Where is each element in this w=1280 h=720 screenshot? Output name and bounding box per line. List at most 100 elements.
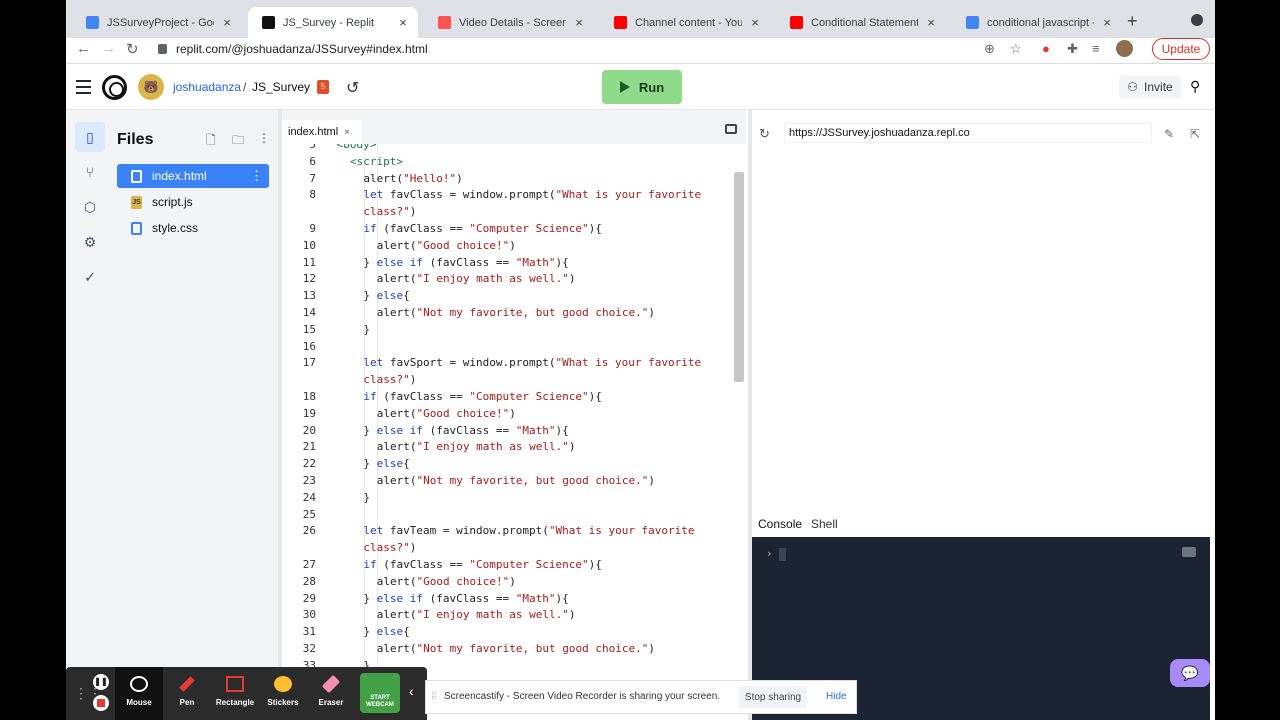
update-button[interactable]: Update bbox=[1152, 38, 1210, 60]
browser-tab[interactable]: Conditional Statements - If × bbox=[776, 7, 946, 38]
hide-link[interactable]: Hide bbox=[826, 691, 847, 702]
google-icon bbox=[966, 16, 979, 29]
file-item[interactable]: index.html ⋮ bbox=[117, 164, 269, 188]
close-tab-icon[interactable]: × bbox=[220, 15, 234, 30]
new-tab-icon[interactable]: + bbox=[1127, 11, 1138, 32]
extensions-puzzle-icon[interactable]: ✚ bbox=[1067, 41, 1078, 57]
packages-icon[interactable]: ⬡ bbox=[75, 192, 105, 222]
console-cursor bbox=[779, 548, 786, 561]
webview-url-field[interactable]: https://JSSurvey.joshuadanza.repl.co bbox=[784, 123, 1152, 143]
line-number: 19 bbox=[302, 406, 316, 420]
address-bar[interactable]: replit.com/@joshuadanza/JSSurvey#index.h… bbox=[154, 38, 1024, 60]
line-number: 7 bbox=[309, 171, 316, 185]
code-text: } else if (favClass == "Math"){ bbox=[363, 255, 569, 269]
browser-tab[interactable]: conditional javascript - Goo × bbox=[952, 7, 1122, 38]
code-text: alert("I enjoy math as well.") bbox=[376, 440, 576, 454]
line-number: 18 bbox=[302, 390, 316, 403]
tab-search-icon[interactable] bbox=[1191, 14, 1203, 26]
open-new-tab-icon[interactable]: ⇱ bbox=[1190, 127, 1200, 141]
bookmark-star-icon[interactable]: ☆ bbox=[1010, 41, 1022, 57]
code-text: alert("I enjoy math as well.") bbox=[376, 272, 576, 286]
code-line: 27 if (favClass == "Computer Science"){ bbox=[282, 556, 746, 573]
file-name: style.css bbox=[152, 221, 199, 235]
settings-gear-icon[interactable]: ⚙ bbox=[75, 227, 105, 257]
close-tab-icon[interactable]: × bbox=[924, 15, 938, 30]
browser-tab[interactable]: Channel content - YouTube × bbox=[600, 7, 770, 38]
chat-icon[interactable]: 💬 bbox=[1170, 659, 1210, 687]
tool-stickers[interactable]: Stickers bbox=[259, 667, 307, 720]
browser-tab[interactable]: JS_Survey - Replit × bbox=[248, 7, 418, 38]
edit-pencil-icon[interactable]: ✎ bbox=[1164, 127, 1174, 141]
project-name[interactable]: JS_Survey bbox=[252, 80, 310, 94]
screencastify-extension-icon[interactable]: ● bbox=[1042, 41, 1050, 56]
editor-tab-bar: index.html × bbox=[282, 110, 746, 144]
close-tab-icon[interactable]: × bbox=[396, 15, 410, 30]
new-folder-icon[interactable]: 🗀 bbox=[232, 131, 244, 152]
install-icon[interactable]: ⊕ bbox=[984, 41, 995, 57]
webview-toolbar: ↻ https://JSSurvey.joshuadanza.repl.co ✎… bbox=[752, 118, 1215, 148]
line-number: 32 bbox=[302, 642, 316, 655]
code-area[interactable]: 5 <body> 6 <script> 7 alert("Hello!") 8 let fav… bbox=[282, 144, 746, 720]
back-icon[interactable]: ← bbox=[76, 40, 91, 57]
browser-tab[interactable]: Video Details - Screencastif × bbox=[424, 7, 594, 38]
close-tab-icon[interactable]: × bbox=[748, 15, 762, 30]
js-file-icon: JS bbox=[131, 195, 142, 209]
replit-logo-icon[interactable] bbox=[102, 75, 127, 100]
pause-icon[interactable]: ❚❚ bbox=[93, 674, 109, 690]
code-line: 24} bbox=[282, 489, 746, 506]
tool-mouse[interactable]: Mouse bbox=[115, 667, 163, 720]
stop-sharing-button[interactable]: Stop sharing bbox=[739, 686, 807, 708]
version-control-icon[interactable]: ⑂ bbox=[75, 157, 105, 187]
code-editor: index.html × 5 <body> 6 <script> 7 alert("Hel… bbox=[282, 110, 746, 720]
close-tab-icon[interactable]: × bbox=[572, 15, 586, 30]
start-webcam-button[interactable]: START WEBCAM bbox=[360, 673, 400, 713]
collapse-chevron-icon[interactable]: ‹ bbox=[409, 683, 414, 699]
search-icon[interactable]: ⚲ bbox=[1190, 78, 1200, 95]
checkmark-icon[interactable]: ✓ bbox=[75, 262, 105, 292]
pen-icon bbox=[179, 676, 195, 692]
tab-console[interactable]: Console bbox=[758, 517, 802, 531]
menu-icon[interactable] bbox=[76, 80, 91, 98]
new-file-icon[interactable]: 🗋 bbox=[206, 131, 216, 152]
stop-recording-icon[interactable] bbox=[93, 695, 109, 711]
username-link[interactable]: joshuadanza bbox=[173, 80, 241, 94]
run-label: Run bbox=[638, 79, 665, 95]
browser-tab-title: JS_Survey - Replit bbox=[283, 16, 375, 29]
youtube-icon bbox=[790, 16, 803, 29]
stickers-icon bbox=[274, 676, 292, 692]
tool-rectangle[interactable]: Rectangle bbox=[211, 667, 259, 720]
media-queue-icon[interactable]: ≡ bbox=[1092, 41, 1100, 56]
drag-handle-icon[interactable]: ⁞⁞ bbox=[431, 691, 437, 702]
mouse-icon bbox=[130, 676, 148, 692]
user-avatar[interactable]: 🐻 bbox=[138, 74, 164, 100]
file-item[interactable]: style.css bbox=[117, 216, 269, 240]
files-tool-icon[interactable]: ▯ bbox=[75, 122, 105, 152]
file-menu-icon[interactable]: ⋮ bbox=[250, 168, 263, 184]
close-tab-icon[interactable]: × bbox=[1100, 15, 1114, 30]
code-text: alert("Good choice!") bbox=[376, 574, 516, 588]
editor-tab-index-html[interactable]: index.html × bbox=[282, 120, 362, 144]
html5-icon: 5 bbox=[317, 80, 329, 94]
tool-eraser[interactable]: Eraser bbox=[307, 667, 355, 720]
editor-tab-label: index.html bbox=[288, 126, 339, 138]
browser-tab-title: JSSurveyProject - Google D bbox=[107, 16, 214, 29]
browser-tab[interactable]: JSSurveyProject - Google D × bbox=[72, 7, 242, 38]
profile-avatar[interactable] bbox=[1116, 40, 1133, 57]
invite-button[interactable]: ⚇ Invite bbox=[1119, 75, 1181, 99]
run-button[interactable]: Run bbox=[602, 70, 682, 104]
close-tab-icon[interactable]: × bbox=[344, 127, 350, 138]
clear-console-icon[interactable] bbox=[1182, 547, 1196, 557]
history-icon[interactable]: ↺ bbox=[346, 78, 359, 98]
reload-icon[interactable]: ↻ bbox=[126, 40, 139, 58]
file-item[interactable]: JS script.js bbox=[117, 190, 269, 214]
editor-layout-icon[interactable] bbox=[725, 124, 737, 134]
forward-icon[interactable]: → bbox=[101, 40, 116, 57]
tool-pen[interactable]: Pen bbox=[163, 667, 211, 720]
tab-shell[interactable]: Shell bbox=[811, 517, 838, 531]
webview-refresh-icon[interactable]: ↻ bbox=[759, 126, 770, 142]
code-text: } else{ bbox=[363, 457, 410, 471]
line-number: 9 bbox=[309, 222, 316, 235]
code-text: if (favClass == "Computer Science"){ bbox=[363, 222, 602, 235]
code-text: if (favClass == "Computer Science"){ bbox=[363, 390, 602, 403]
files-menu-icon[interactable]: ⋮ bbox=[258, 131, 270, 145]
